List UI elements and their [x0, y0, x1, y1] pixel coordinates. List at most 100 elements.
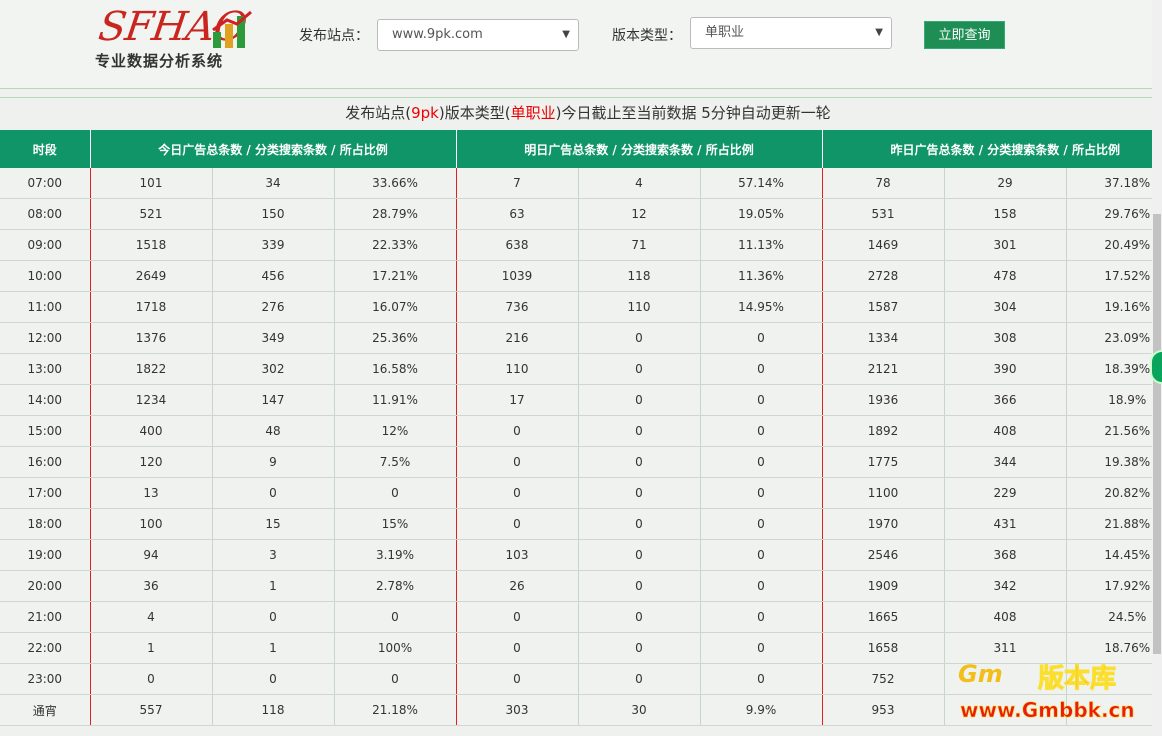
table-cell: 0: [577, 539, 700, 571]
table-cell: 17: [455, 384, 578, 416]
table-cell: 229: [943, 477, 1066, 509]
table-cell: 1587: [821, 291, 944, 323]
table-cell: 521: [89, 198, 212, 230]
table-cell: 304: [943, 291, 1066, 323]
table-cell: 0: [211, 477, 334, 509]
table-cell: 1234: [89, 384, 212, 416]
table-cell: 0: [699, 446, 822, 478]
scrollbar-thumb[interactable]: [1153, 214, 1161, 654]
table-cell: 17.92%: [1065, 570, 1162, 602]
table-cell: 21.56%: [1065, 415, 1162, 447]
chevron-down-icon: ▼: [875, 27, 883, 38]
table-cell: 1775: [821, 446, 944, 478]
table-cell: 0: [333, 601, 456, 633]
period-cell: 11:00: [0, 291, 90, 323]
watermark-flame: Gm: [958, 660, 1003, 688]
table-row: 10:00 2649 456 17.21% 1039 118 11.36% 2728 478 17…: [0, 260, 1162, 292]
notice-mid: )版本类型(: [438, 104, 511, 122]
type-label: 版本类型：: [612, 28, 682, 44]
table-cell: 342: [943, 570, 1066, 602]
table-row: 18:00 100 15 15% 0 0 0 1970 431 21.88%: [0, 508, 1162, 540]
table-cell: 11.36%: [699, 260, 822, 292]
site-select[interactable]: www.9pk.com ▼: [377, 19, 579, 51]
divider: [0, 97, 1152, 98]
table-cell: 24.5%: [1065, 601, 1162, 633]
table-cell: 100%: [333, 632, 456, 664]
watermark-brand: 版本库: [1037, 664, 1117, 695]
table-cell: 408: [943, 415, 1066, 447]
table-cell: 0: [699, 353, 822, 385]
table-cell: 29: [943, 168, 1066, 199]
period-cell: 通宵: [0, 694, 90, 726]
table-cell: 37.18%: [1065, 168, 1162, 199]
table-cell: 216: [455, 322, 578, 354]
table-cell: 0: [699, 539, 822, 571]
table-cell: 1: [89, 632, 212, 664]
query-button[interactable]: 立即查询: [924, 21, 1005, 49]
table-cell: 0: [455, 415, 578, 447]
table-cell: 7.5%: [333, 446, 456, 478]
table-cell: 0: [699, 508, 822, 540]
table-cell: 20.82%: [1065, 477, 1162, 509]
table-cell: 2.78%: [333, 570, 456, 602]
table-cell: 2728: [821, 260, 944, 292]
table-cell: 17.52%: [1065, 260, 1162, 292]
period-cell: 13:00: [0, 353, 90, 385]
period-cell: 16:00: [0, 446, 90, 478]
table-cell: 158: [943, 198, 1066, 230]
notice-site: 9pk: [411, 104, 439, 122]
table-row: 19:00 94 3 3.19% 103 0 0 2546 368 14.45%: [0, 539, 1162, 571]
notice-suffix: )今日截止至当前数据 5分钟自动更新一轮: [555, 104, 831, 122]
float-tool-icon[interactable]: [1150, 350, 1162, 384]
table-cell: 0: [577, 477, 700, 509]
table-cell: 14.45%: [1065, 539, 1162, 571]
table-cell: 0: [211, 601, 334, 633]
period-cell: 07:00: [0, 168, 90, 199]
table-cell: 431: [943, 508, 1066, 540]
table-cell: 0: [699, 601, 822, 633]
notice-type: 单职业: [510, 104, 556, 122]
period-cell: 19:00: [0, 539, 90, 571]
table-cell: 0: [577, 508, 700, 540]
table-row: 17:00 13 0 0 0 0 0 1100 229 20.82%: [0, 477, 1162, 509]
table-row: 13:00 1822 302 16.58% 110 0 0 2121 390 18.39%: [0, 353, 1162, 385]
period-cell: 23:00: [0, 663, 90, 695]
table-cell: 100: [89, 508, 212, 540]
table-cell: 4: [577, 168, 700, 199]
table-cell: 2121: [821, 353, 944, 385]
table-cell: 0: [699, 384, 822, 416]
table-cell: 26: [455, 570, 578, 602]
stats-table: 时段 今日广告总条数 / 分类搜索条数 / 所占比例 明日广告总条数 / 分类搜…: [0, 130, 1162, 726]
table-cell: 0: [455, 446, 578, 478]
table-cell: 48: [211, 415, 334, 447]
table-cell: 103: [455, 539, 578, 571]
table-cell: 7: [455, 168, 578, 199]
table-cell: 0: [333, 477, 456, 509]
type-select[interactable]: 单职业 ▼: [690, 17, 892, 49]
table-cell: 14.95%: [699, 291, 822, 323]
table-cell: 0: [577, 322, 700, 354]
period-cell: 12:00: [0, 322, 90, 354]
table-cell: 0: [699, 570, 822, 602]
table-cell: 638: [455, 229, 578, 261]
table-cell: 456: [211, 260, 334, 292]
table-cell: 1469: [821, 229, 944, 261]
top-header: SFHAO 专业数据分析系统 发布站点： www.9pk.com ▼ 版本类型：…: [0, 0, 1152, 88]
table-cell: 78: [821, 168, 944, 199]
table-row: 09:00 1518 339 22.33% 638 71 11.13% 1469 301 20.4…: [0, 229, 1162, 261]
table-cell: 1: [211, 632, 334, 664]
divider: [0, 88, 1152, 89]
table-cell: 0: [577, 632, 700, 664]
table-cell: 1822: [89, 353, 212, 385]
table-cell: 0: [455, 632, 578, 664]
table-cell: 0: [699, 477, 822, 509]
table-cell: 30: [577, 694, 700, 726]
table-cell: 12%: [333, 415, 456, 447]
table-cell: 368: [943, 539, 1066, 571]
table-cell: 1909: [821, 570, 944, 602]
table-cell: 0: [699, 415, 822, 447]
table-cell: 1936: [821, 384, 944, 416]
table-cell: 34: [211, 168, 334, 199]
table-cell: 94: [89, 539, 212, 571]
table-row: 15:00 400 48 12% 0 0 0 1892 408 21.56%: [0, 415, 1162, 447]
